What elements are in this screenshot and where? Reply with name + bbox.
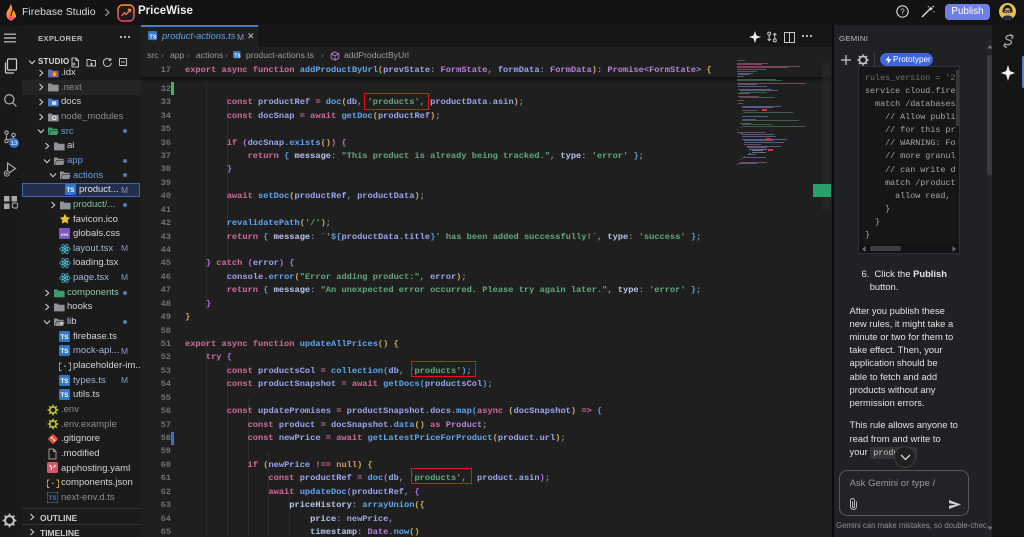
svg-text:TS: TS bbox=[49, 496, 57, 502]
svg-text:TS: TS bbox=[61, 378, 69, 385]
svg-text:TS: TS bbox=[67, 187, 75, 194]
svg-text:TS: TS bbox=[61, 392, 69, 399]
svg-text:TS: TS bbox=[234, 53, 241, 59]
svg-text:css: css bbox=[61, 232, 69, 237]
svg-text:{·}: {·} bbox=[47, 479, 59, 489]
svg-text:TS: TS bbox=[149, 34, 156, 40]
svg-text:TS: TS bbox=[61, 348, 69, 355]
svg-text:{·}: {·} bbox=[59, 362, 71, 372]
svg-text:TS: TS bbox=[61, 334, 69, 341]
svg-text:?: ? bbox=[900, 7, 905, 16]
